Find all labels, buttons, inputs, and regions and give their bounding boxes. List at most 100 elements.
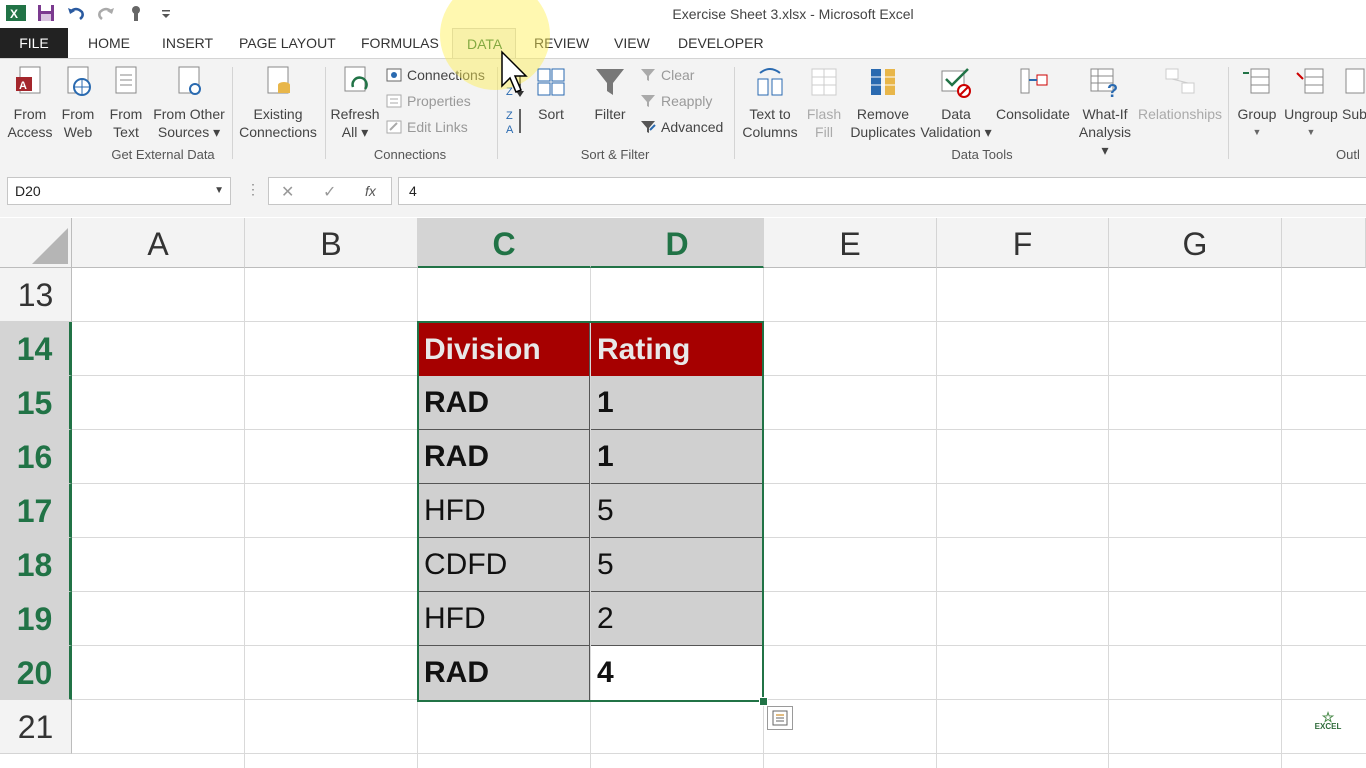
column-header-e[interactable]: E	[764, 218, 937, 268]
excel-university-logo: ☆ EXCEL	[1310, 710, 1346, 747]
text-to-columns-label: Text to Columns	[742, 106, 798, 140]
ungroup-button[interactable]: Ungroup ▼	[1282, 65, 1340, 141]
svg-text:A: A	[19, 80, 27, 92]
title-bar: X Exercise Sheet 3.xlsx - Microsoft Exce…	[0, 0, 1366, 28]
from-access-label: From Access	[7, 106, 53, 140]
remove-duplicates-label: Remove Duplicates	[850, 106, 916, 140]
select-all-triangle-icon	[32, 228, 68, 264]
properties-label: Properties	[407, 93, 471, 109]
remove-duplicates-icon	[871, 69, 895, 95]
tab-insert[interactable]: INSERT	[148, 28, 227, 58]
cell-c14-header-division[interactable]: Division	[418, 323, 590, 377]
subtotal-icon	[1345, 68, 1365, 94]
existing-connections-label: Existing Connections	[239, 106, 317, 140]
enter-icon[interactable]: ✓	[323, 182, 336, 202]
from-web-button[interactable]: From Web	[56, 65, 100, 141]
from-access-button[interactable]: A From Access	[6, 65, 54, 141]
cell-c17[interactable]: HFD	[418, 484, 590, 538]
column-header-f[interactable]: F	[937, 218, 1109, 268]
data-validation-button[interactable]: Data Validation ▾	[920, 65, 992, 141]
cell-c15[interactable]: RAD	[418, 376, 590, 430]
cell-d14-header-rating[interactable]: Rating	[591, 323, 762, 377]
cell-d19[interactable]: 2	[591, 592, 762, 646]
tab-home[interactable]: HOME	[74, 28, 144, 58]
flash-fill-icon	[811, 68, 837, 96]
column-header-a[interactable]: A	[72, 218, 245, 268]
row-header-13[interactable]: 13	[0, 268, 72, 322]
cell-d20-active[interactable]: 4	[591, 646, 762, 700]
fill-handle[interactable]	[759, 697, 768, 706]
flash-fill-button[interactable]: Flash Fill	[802, 65, 846, 141]
group-label-sort-filter: Sort & Filter	[580, 147, 650, 162]
edit-links-icon	[386, 120, 402, 134]
cell-c19[interactable]: HFD	[418, 592, 590, 646]
consolidate-button[interactable]: Consolidate	[994, 65, 1072, 123]
reapply-button[interactable]: Reapply	[640, 91, 712, 111]
cell-d16[interactable]: 1	[591, 430, 762, 484]
from-text-label: From Text	[109, 106, 143, 140]
row-header-18[interactable]: 18	[0, 538, 72, 592]
insert-function-icon[interactable]: fx	[365, 183, 376, 199]
flash-fill-label: Flash Fill	[806, 106, 842, 140]
cell-c20[interactable]: RAD	[418, 646, 590, 700]
grid-line	[763, 268, 764, 768]
formula-bar-splitter-icon[interactable]: ⋮	[246, 181, 260, 198]
sort-button[interactable]: Sort	[532, 65, 570, 123]
tab-file[interactable]: FILE	[0, 28, 68, 58]
formula-bar: D20 ▼ ⋮ ✕ ✓ fx 4	[0, 165, 1366, 217]
tab-developer[interactable]: DEVELOPER	[664, 28, 778, 58]
cell-d18[interactable]: 5	[591, 538, 762, 592]
edit-links-label: Edit Links	[407, 119, 468, 135]
column-header-b[interactable]: B	[245, 218, 418, 268]
remove-duplicates-button[interactable]: Remove Duplicates	[848, 65, 918, 141]
grid-line	[72, 321, 1366, 322]
properties-button[interactable]: Properties	[386, 91, 471, 111]
relationships-label: Relationships	[1138, 106, 1223, 122]
column-header-c[interactable]: C	[418, 218, 591, 268]
tab-page-layout[interactable]: PAGE LAYOUT	[225, 28, 350, 58]
text-to-columns-button[interactable]: Text to Columns	[740, 65, 800, 141]
cancel-icon[interactable]: ✕	[281, 182, 294, 202]
cell-d15[interactable]: 1	[591, 376, 762, 430]
filter-button[interactable]: Filter	[588, 65, 632, 123]
group-button[interactable]: Group ▼	[1234, 65, 1280, 141]
name-box-dropdown-icon[interactable]: ▼	[214, 178, 224, 204]
row-header-17[interactable]: 17	[0, 484, 72, 538]
advanced-filter-button[interactable]: Advanced	[640, 117, 723, 137]
ribbon-tabs: FILE HOME INSERT PAGE LAYOUT FORMULAS DA…	[0, 28, 1366, 58]
select-all-corner[interactable]	[0, 218, 72, 268]
cell-c16[interactable]: RAD	[418, 430, 590, 484]
from-other-sources-button[interactable]: From Other Sources ▾	[150, 65, 228, 141]
subtotal-button[interactable]: Sub	[1342, 65, 1366, 123]
what-if-analysis-button[interactable]: ? What-If Analysis ▾	[1074, 65, 1136, 159]
grid-line	[72, 753, 1366, 754]
tab-formulas[interactable]: FORMULAS	[347, 28, 453, 58]
formula-input[interactable]: 4	[398, 177, 1366, 205]
row-header-20[interactable]: 20	[0, 646, 72, 700]
tab-review[interactable]: REVIEW	[520, 28, 603, 58]
row-header-19[interactable]: 19	[0, 592, 72, 646]
clear-filter-button[interactable]: Clear	[640, 65, 694, 85]
row-header-15[interactable]: 15	[0, 376, 72, 430]
column-header-g[interactable]: G	[1109, 218, 1282, 268]
column-header-h[interactable]: H	[1282, 218, 1366, 268]
tab-view[interactable]: VIEW	[600, 28, 664, 58]
row-header-14[interactable]: 14	[0, 322, 72, 376]
edit-links-button[interactable]: Edit Links	[386, 117, 468, 137]
cell-d17[interactable]: 5	[591, 484, 762, 538]
refresh-all-button[interactable]: Refresh All ▾	[330, 65, 380, 141]
quick-analysis-button[interactable]	[767, 706, 793, 730]
row-header-16[interactable]: 16	[0, 430, 72, 484]
row-header-21[interactable]: 21	[0, 700, 72, 754]
name-box[interactable]: D20 ▼	[7, 177, 231, 205]
filter-funnel-icon	[596, 69, 624, 95]
relationships-button[interactable]: Relationships	[1138, 65, 1222, 123]
cell-c18[interactable]: CDFD	[418, 538, 590, 592]
column-header-d[interactable]: D	[591, 218, 764, 268]
from-text-button[interactable]: From Text	[104, 65, 148, 141]
group-separator	[325, 67, 326, 159]
existing-connections-button[interactable]: Existing Connections	[236, 65, 320, 141]
advanced-label: Advanced	[661, 119, 724, 135]
connections-button[interactable]: Connections	[386, 65, 485, 85]
sort-za-button[interactable]: ZA	[504, 107, 526, 141]
